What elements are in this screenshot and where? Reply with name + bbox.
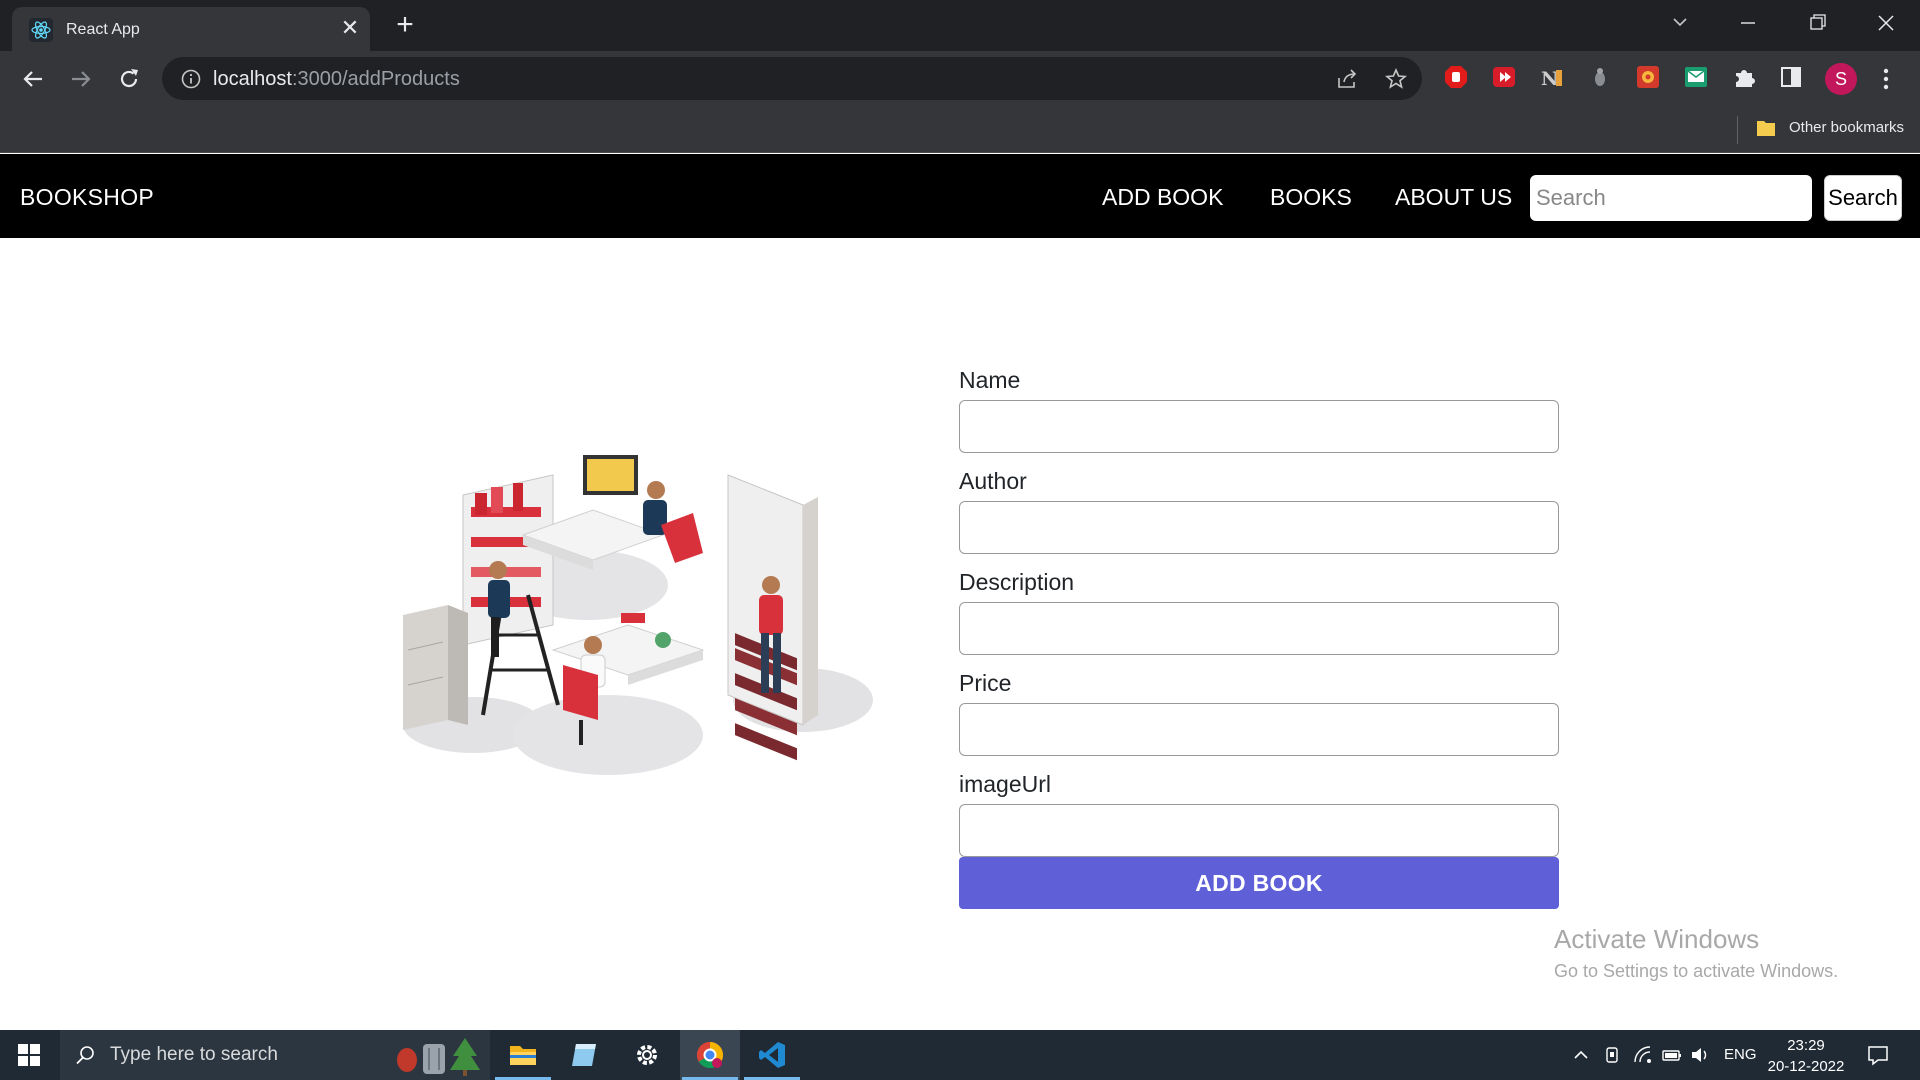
brand-logo-link[interactable]: BOOKSHOP xyxy=(20,184,154,211)
browser-tabstrip: React App ✕ + xyxy=(0,0,1920,51)
other-bookmarks-link[interactable]: Other bookmarks xyxy=(1789,119,1904,136)
price-input[interactable] xyxy=(959,703,1559,756)
windows-start-icon[interactable] xyxy=(18,1044,40,1066)
minimize-icon[interactable] xyxy=(1728,8,1768,38)
bookmarks-bar: Other bookmarks xyxy=(0,106,1920,153)
profile-avatar[interactable]: S xyxy=(1825,63,1857,95)
restore-icon[interactable] xyxy=(1797,8,1837,38)
tray-device-icon[interactable] xyxy=(1602,1045,1622,1065)
notion-extension-icon[interactable]: N xyxy=(1539,64,1565,90)
description-label: Description xyxy=(959,569,1075,595)
taskbar-file-explorer[interactable] xyxy=(493,1030,553,1080)
add-book-button[interactable]: ADD BOOK xyxy=(959,857,1559,909)
svg-text:N: N xyxy=(1541,68,1558,90)
new-tab-icon[interactable]: + xyxy=(391,10,419,40)
navbar-search-input[interactable] xyxy=(1530,175,1812,221)
taskbar-vscode[interactable] xyxy=(742,1030,802,1080)
author-label: Author xyxy=(959,468,1027,494)
windows-taskbar: Type here to search ENG 23:29 20-12-2022 xyxy=(0,1030,1920,1080)
clock-time: 23:29 xyxy=(1787,1037,1825,1054)
video-extension-icon[interactable] xyxy=(1491,64,1517,90)
reload-icon[interactable] xyxy=(114,64,144,94)
url-text[interactable]: localhost:3000/addProducts xyxy=(213,68,460,91)
wifi-icon[interactable] xyxy=(1633,1045,1653,1065)
adblock-extension-icon[interactable] xyxy=(1443,64,1469,90)
folder-icon xyxy=(510,1046,536,1065)
url-path: :3000/addProducts xyxy=(291,68,460,90)
gray-extension-icon[interactable] xyxy=(1587,64,1613,90)
taskbar-clock[interactable]: 23:29 20-12-2022 xyxy=(1766,1035,1846,1077)
bookmark-star-icon[interactable] xyxy=(1384,67,1408,91)
notification-center-icon[interactable] xyxy=(1866,1043,1890,1067)
taskbar-search-box[interactable]: Type here to search xyxy=(60,1030,490,1080)
language-indicator[interactable]: ENG xyxy=(1724,1046,1757,1063)
image-url-input[interactable] xyxy=(959,804,1559,857)
taskbar-settings[interactable] xyxy=(617,1030,677,1080)
watermark-title: Activate Windows xyxy=(1554,924,1760,954)
name-input[interactable] xyxy=(959,400,1559,453)
description-input[interactable] xyxy=(959,602,1559,655)
site-info-icon[interactable] xyxy=(180,68,202,90)
add-book-form: Name Author Description Price imageUrl A… xyxy=(959,360,1559,909)
side-panel-icon[interactable] xyxy=(1778,64,1804,90)
url-host: localhost xyxy=(213,68,292,90)
react-logo-icon xyxy=(29,18,53,42)
chrome-icon xyxy=(696,1041,724,1069)
taskbar-chrome[interactable] xyxy=(680,1030,740,1080)
image-url-label: imageUrl xyxy=(959,771,1052,797)
tray-chevron-up-icon[interactable] xyxy=(1571,1045,1591,1065)
app-navbar: BOOKSHOP ADD BOOK BOOKS ABOUT US Search xyxy=(0,154,1920,238)
nav-link-about-us[interactable]: ABOUT US xyxy=(1395,184,1512,211)
navbar-search-button[interactable]: Search xyxy=(1824,175,1902,221)
search-icon xyxy=(76,1046,94,1065)
volume-icon[interactable] xyxy=(1690,1045,1710,1065)
back-arrow-icon[interactable] xyxy=(18,64,48,94)
library-illustration xyxy=(403,455,873,775)
search-highlight-art-icon xyxy=(397,1038,480,1076)
taskbar-search-placeholder: Type here to search xyxy=(110,1044,278,1065)
name-label: Name xyxy=(959,367,1021,393)
tab-search-chevron-icon[interactable] xyxy=(1660,8,1700,38)
browser-toolbar: localhost:3000/addProducts N S xyxy=(0,51,1920,106)
tab-title: React App xyxy=(66,21,140,38)
extensions-puzzle-icon[interactable] xyxy=(1731,64,1757,90)
mail-extension-icon[interactable] xyxy=(1683,64,1709,90)
author-input[interactable] xyxy=(959,501,1559,554)
folder-icon[interactable] xyxy=(1756,118,1776,138)
browser-tab-active[interactable]: React App ✕ xyxy=(12,7,370,51)
share-icon[interactable] xyxy=(1335,67,1359,91)
address-bar[interactable]: localhost:3000/addProducts xyxy=(162,57,1422,100)
taskbar-notes-app[interactable] xyxy=(555,1030,615,1080)
battery-icon[interactable] xyxy=(1662,1045,1682,1065)
close-window-icon[interactable] xyxy=(1866,8,1906,38)
browser-menu-icon[interactable] xyxy=(1876,65,1896,93)
tab-close-icon[interactable]: ✕ xyxy=(338,16,362,40)
nav-link-books[interactable]: BOOKS xyxy=(1270,184,1352,211)
gear-icon xyxy=(637,1045,657,1065)
price-label: Price xyxy=(959,670,1012,696)
bookmarks-divider xyxy=(1737,116,1738,144)
nav-link-add-book[interactable]: ADD BOOK xyxy=(1102,184,1223,211)
notes-app-icon xyxy=(572,1044,596,1066)
vscode-icon xyxy=(759,1042,785,1068)
clock-date: 20-12-2022 xyxy=(1767,1058,1845,1075)
forward-arrow-icon[interactable] xyxy=(66,64,96,94)
activate-windows-watermark: Activate Windows Go to Settings to activ… xyxy=(1554,924,1838,982)
watermark-subtitle: Go to Settings to activate Windows. xyxy=(1554,961,1839,981)
puzzle-red-extension-icon[interactable] xyxy=(1635,64,1661,90)
